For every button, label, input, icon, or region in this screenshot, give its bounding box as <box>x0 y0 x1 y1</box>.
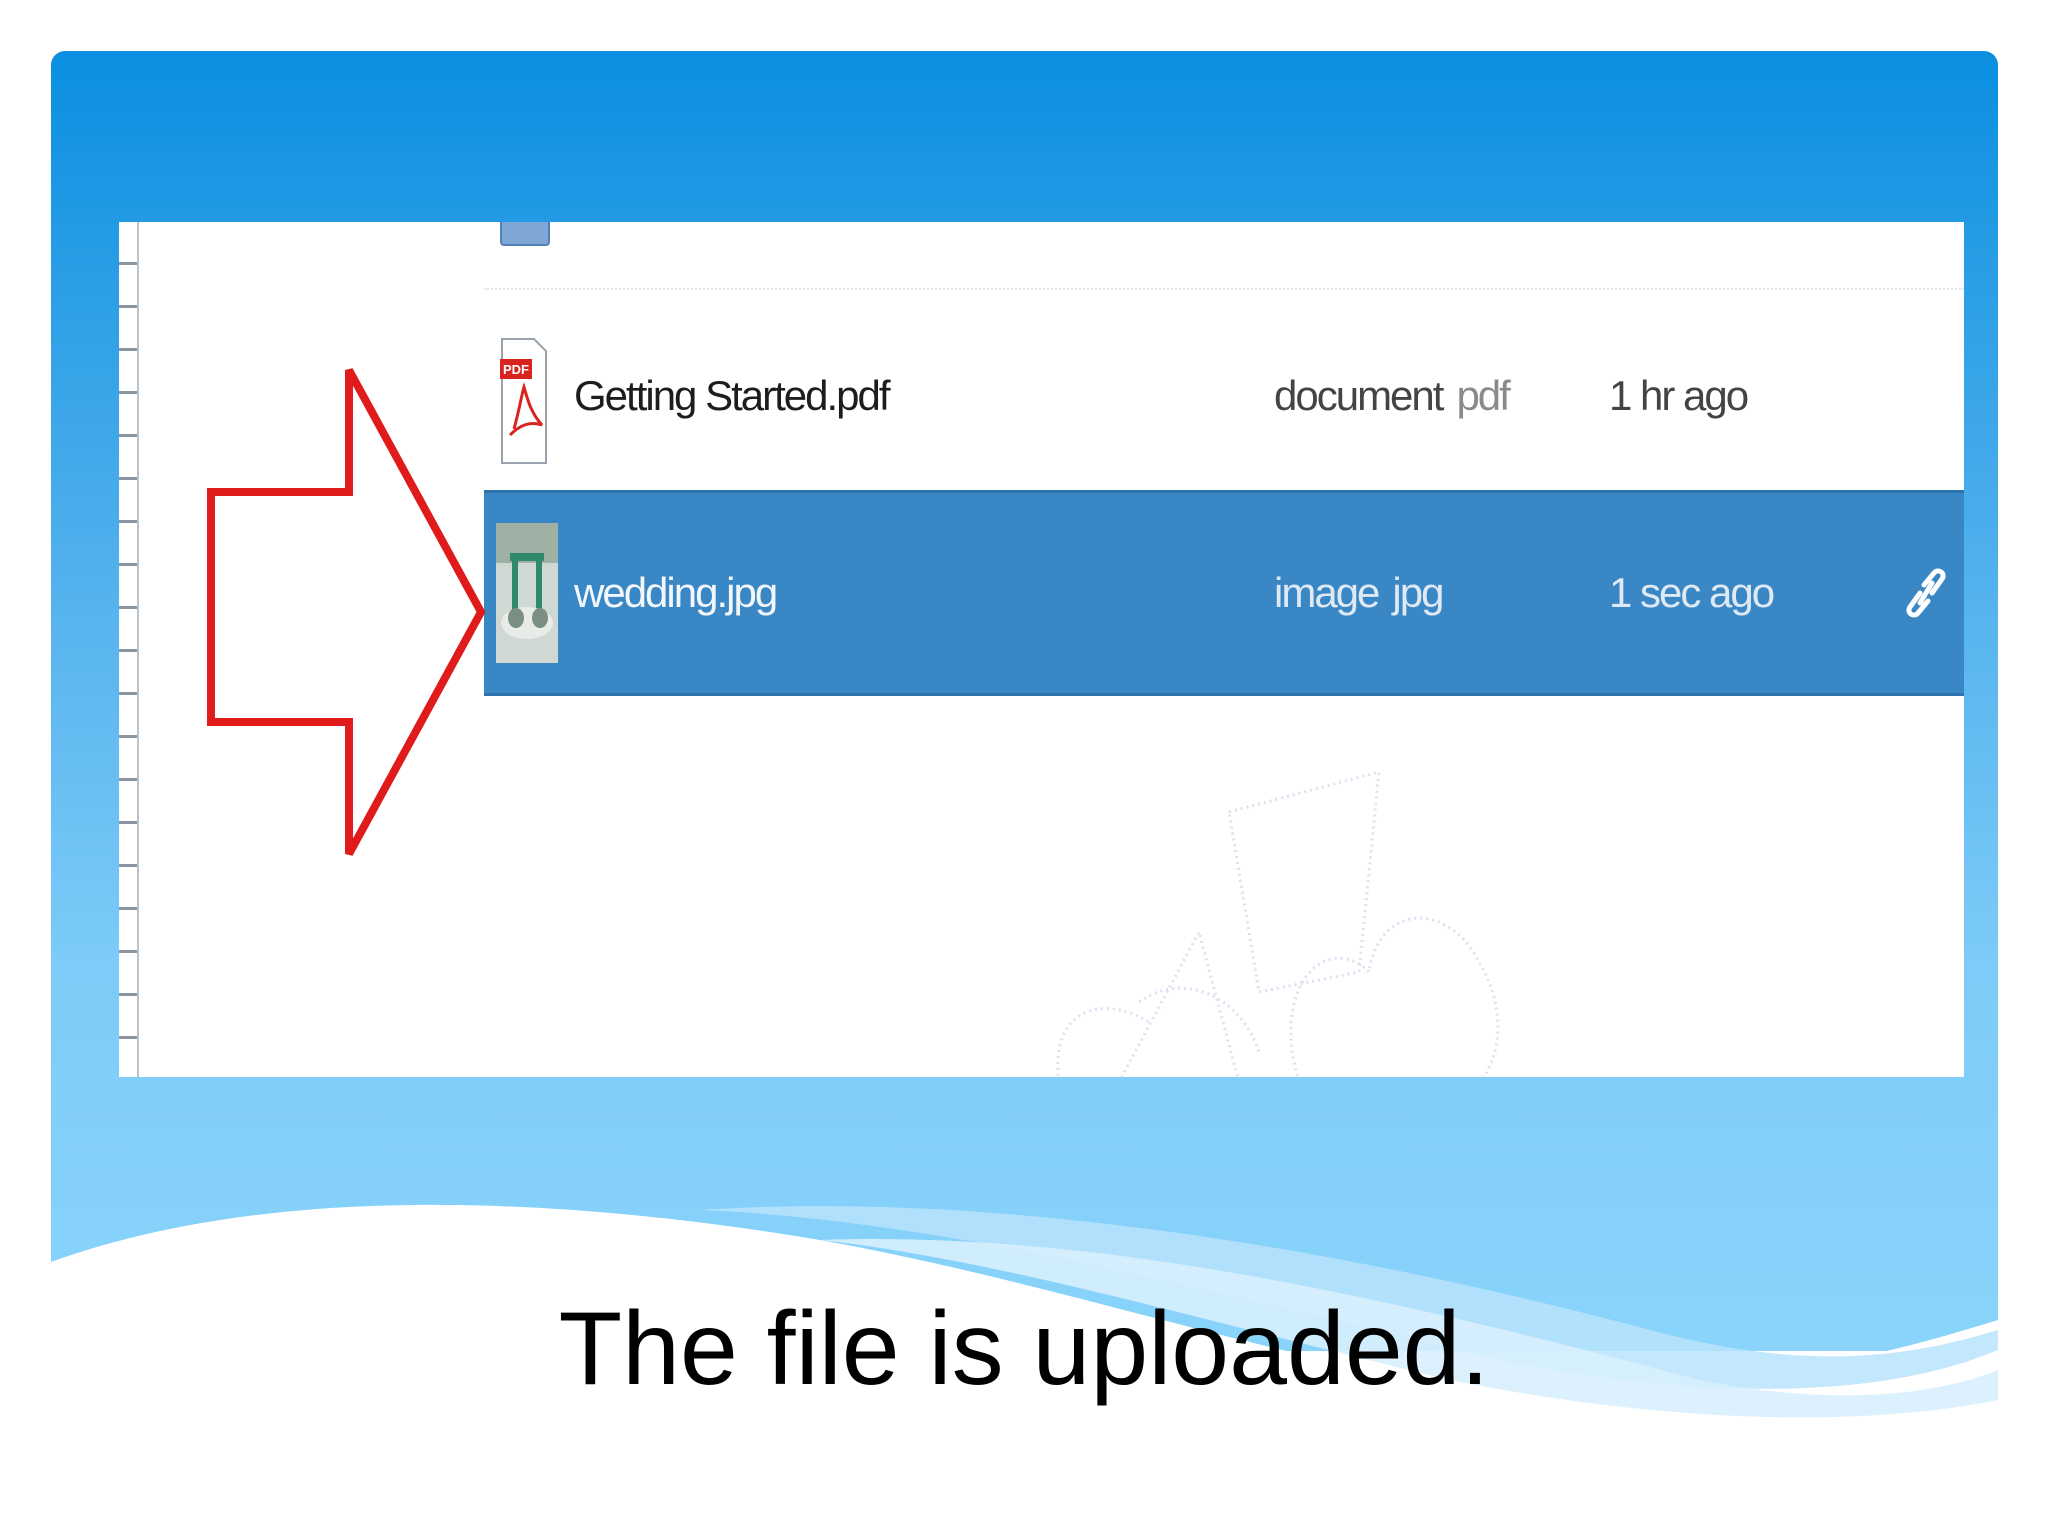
file-name[interactable]: Getting Started.pdf <box>574 372 891 420</box>
file-extension: pdf <box>1456 372 1510 419</box>
slide-caption: The file is uploaded. <box>558 1291 1490 1407</box>
file-type-label: document <box>1274 372 1444 419</box>
red-arrow-right-icon <box>207 368 486 856</box>
file-type: image jpg <box>1274 569 1444 617</box>
row-divider <box>484 288 1964 290</box>
link-icon[interactable] <box>1904 563 1948 623</box>
file-list-screenshot: PDF Getting Started.pdf document pdf 1 hr… <box>119 222 1964 1077</box>
file-type: document pdf <box>1274 372 1511 420</box>
file-row-getting-started[interactable]: PDF Getting Started.pdf document pdf 1 hr… <box>484 307 1964 485</box>
faint-background-artwork <box>1056 769 1500 1077</box>
file-modified-time: 1 sec ago <box>1609 569 1775 616</box>
file-modified-time: 1 hr ago <box>1609 372 1749 419</box>
file-row-wedding[interactable]: wedding.jpg image jpg 1 sec ago <box>484 490 1964 696</box>
file-type-label: image <box>1274 569 1380 616</box>
file-extension: jpg <box>1392 569 1444 616</box>
file-name[interactable]: wedding.jpg <box>574 569 778 617</box>
